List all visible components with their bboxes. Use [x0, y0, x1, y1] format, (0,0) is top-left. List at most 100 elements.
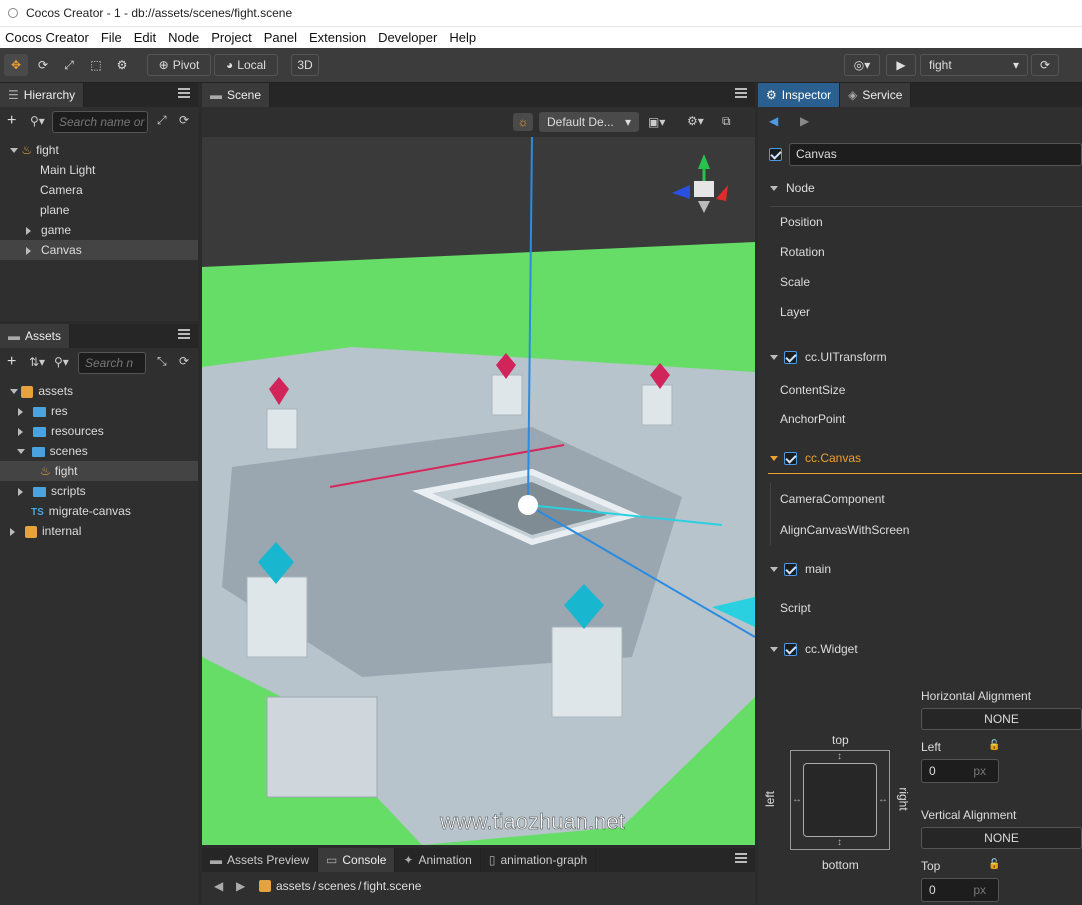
menu-panel[interactable]: Panel: [264, 30, 297, 45]
menu-extension[interactable]: Extension: [309, 30, 366, 45]
asset-item-internal[interactable]: internal: [0, 521, 198, 541]
caret-down-icon[interactable]: [10, 148, 18, 154]
caret-right-icon[interactable]: [18, 427, 23, 436]
caret-down-icon[interactable]: [17, 449, 25, 455]
gear-icon[interactable]: ⚙▾: [687, 114, 704, 128]
canvas-checkbox[interactable]: [784, 451, 797, 465]
refresh-assets-icon[interactable]: ⟳: [179, 354, 189, 368]
tab-service[interactable]: ◈ Service: [840, 83, 912, 107]
asset-item-assets[interactable]: assets: [0, 381, 198, 401]
back-icon[interactable]: ◀: [769, 114, 778, 128]
tab-animation[interactable]: ✦ Animation: [395, 848, 481, 872]
tab-assets[interactable]: ▬ Assets: [0, 324, 71, 348]
menu-edit[interactable]: Edit: [134, 30, 156, 45]
play-button[interactable]: ▶: [886, 54, 916, 76]
widget-alignment-frame[interactable]: ↕ ↕ ↔ ↔: [790, 750, 890, 850]
light-toggle-icon[interactable]: ☼: [513, 113, 533, 131]
pivot-button[interactable]: ⊕ Pivot: [147, 54, 211, 76]
menu-cocos-creator[interactable]: Cocos Creator: [5, 30, 89, 45]
widget-left-toggle-icon[interactable]: ↔: [792, 794, 802, 805]
local-button[interactable]: ◕ Local: [214, 54, 278, 76]
scene-menu-icon[interactable]: [735, 88, 747, 98]
forward-icon[interactable]: ▶: [800, 114, 809, 128]
tab-hierarchy[interactable]: ☰ Hierarchy: [0, 83, 85, 107]
tree-node-main-light[interactable]: Main Light: [0, 160, 198, 180]
forward-icon[interactable]: ▶: [236, 879, 245, 893]
add-node-icon[interactable]: +: [7, 112, 16, 130]
breadcrumb-assets[interactable]: assets: [276, 879, 311, 893]
asset-item-scenes[interactable]: scenes: [0, 441, 198, 461]
tab-assets-preview[interactable]: ▬ Assets Preview: [202, 848, 319, 872]
asset-item-migrate-canvas[interactable]: TS migrate-canvas: [0, 501, 198, 521]
rect-tool-icon[interactable]: ⬚: [84, 54, 108, 76]
tab-inspector[interactable]: ⚙ Inspector: [758, 83, 841, 107]
expand-all-icon[interactable]: ⤢: [157, 113, 167, 128]
menu-help[interactable]: Help: [449, 30, 476, 45]
language-globe-button[interactable]: ◎▾: [844, 54, 880, 76]
search-filter-icon[interactable]: ⚲▾: [54, 355, 69, 369]
camera-settings-icon[interactable]: ▣▾: [648, 115, 665, 129]
caret-right-icon[interactable]: [18, 487, 23, 496]
layout-select[interactable]: Default De... ▾: [539, 112, 639, 132]
tab-animation-graph[interactable]: ▯ animation-graph: [480, 848, 597, 872]
tab-scene[interactable]: ▬ Scene: [202, 83, 271, 107]
left-input[interactable]: 0 px: [921, 759, 999, 783]
menu-project[interactable]: Project: [211, 30, 251, 45]
node-active-checkbox[interactable]: [769, 147, 782, 162]
widget-right-toggle-icon[interactable]: ↔: [878, 794, 888, 805]
add-asset-icon[interactable]: +: [7, 353, 16, 371]
mode-3d-button[interactable]: 3D: [291, 54, 319, 76]
menu-node[interactable]: Node: [168, 30, 199, 45]
caret-right-icon[interactable]: [10, 527, 15, 536]
caret-right-icon[interactable]: [26, 246, 31, 255]
node-name-input[interactable]: Canvas: [789, 143, 1082, 166]
uitransform-section-header[interactable]: cc.UITransform: [770, 350, 887, 364]
tree-node-camera[interactable]: Camera: [0, 180, 198, 200]
breadcrumb-file[interactable]: fight.scene: [363, 879, 421, 893]
canvas-section-header[interactable]: cc.Canvas: [770, 451, 861, 465]
caret-right-icon[interactable]: [26, 226, 31, 235]
tab-console[interactable]: ▭ Console: [318, 848, 396, 872]
gear-tool-icon[interactable]: ⚙: [110, 54, 134, 76]
bottom-menu-icon[interactable]: [735, 853, 747, 863]
sort-icon[interactable]: ⇅▾: [29, 355, 45, 369]
maximize-icon[interactable]: ⧉: [722, 114, 731, 129]
asset-item-res[interactable]: res: [0, 401, 198, 421]
asset-item-fight-scene[interactable]: ♨ fight: [0, 461, 198, 481]
node-section-header[interactable]: Node: [770, 181, 815, 195]
widget-bottom-toggle-icon[interactable]: ↕: [837, 837, 842, 848]
top-input[interactable]: 0 px: [921, 878, 999, 902]
tree-node-game[interactable]: game: [0, 220, 198, 240]
refresh-hierarchy-icon[interactable]: ⟳: [179, 113, 189, 127]
hierarchy-menu-icon[interactable]: [178, 88, 190, 98]
h-align-select[interactable]: NONE: [921, 708, 1082, 730]
lock-icon[interactable]: 🔓: [988, 859, 1000, 870]
scene-viewport[interactable]: www.tiaozhuan.net: [202, 137, 755, 845]
menu-developer[interactable]: Developer: [378, 30, 437, 45]
tree-node-plane[interactable]: plane: [0, 200, 198, 220]
move-tool-icon[interactable]: ✥: [4, 54, 28, 76]
menu-file[interactable]: File: [101, 30, 122, 45]
search-filter-icon[interactable]: ⚲▾: [30, 114, 45, 128]
widget-top-toggle-icon[interactable]: ↕: [837, 751, 842, 762]
scene-select[interactable]: fight ▾: [920, 54, 1028, 76]
widget-section-header[interactable]: cc.Widget: [770, 642, 858, 656]
breadcrumb-scenes[interactable]: scenes: [318, 879, 356, 893]
v-align-select[interactable]: NONE: [921, 827, 1082, 849]
main-section-header[interactable]: main: [770, 562, 831, 576]
uitransform-checkbox[interactable]: [784, 350, 797, 364]
assets-search-input[interactable]: Search n: [78, 352, 146, 374]
scale-tool-icon[interactable]: ⤢: [57, 54, 81, 76]
tree-node-canvas[interactable]: Canvas: [0, 240, 198, 260]
main-checkbox[interactable]: [784, 562, 797, 576]
collapse-all-icon[interactable]: ⤡: [157, 354, 167, 369]
widget-checkbox[interactable]: [784, 642, 797, 656]
asset-item-resources[interactable]: resources: [0, 421, 198, 441]
rotate-tool-icon[interactable]: ⟳: [31, 54, 55, 76]
tree-node-fight[interactable]: ♨ fight: [0, 140, 198, 160]
lock-icon[interactable]: 🔓: [988, 740, 1000, 751]
assets-menu-icon[interactable]: [178, 329, 190, 339]
asset-item-scripts[interactable]: scripts: [0, 481, 198, 501]
caret-right-icon[interactable]: [18, 407, 23, 416]
back-icon[interactable]: ◀: [214, 879, 223, 893]
